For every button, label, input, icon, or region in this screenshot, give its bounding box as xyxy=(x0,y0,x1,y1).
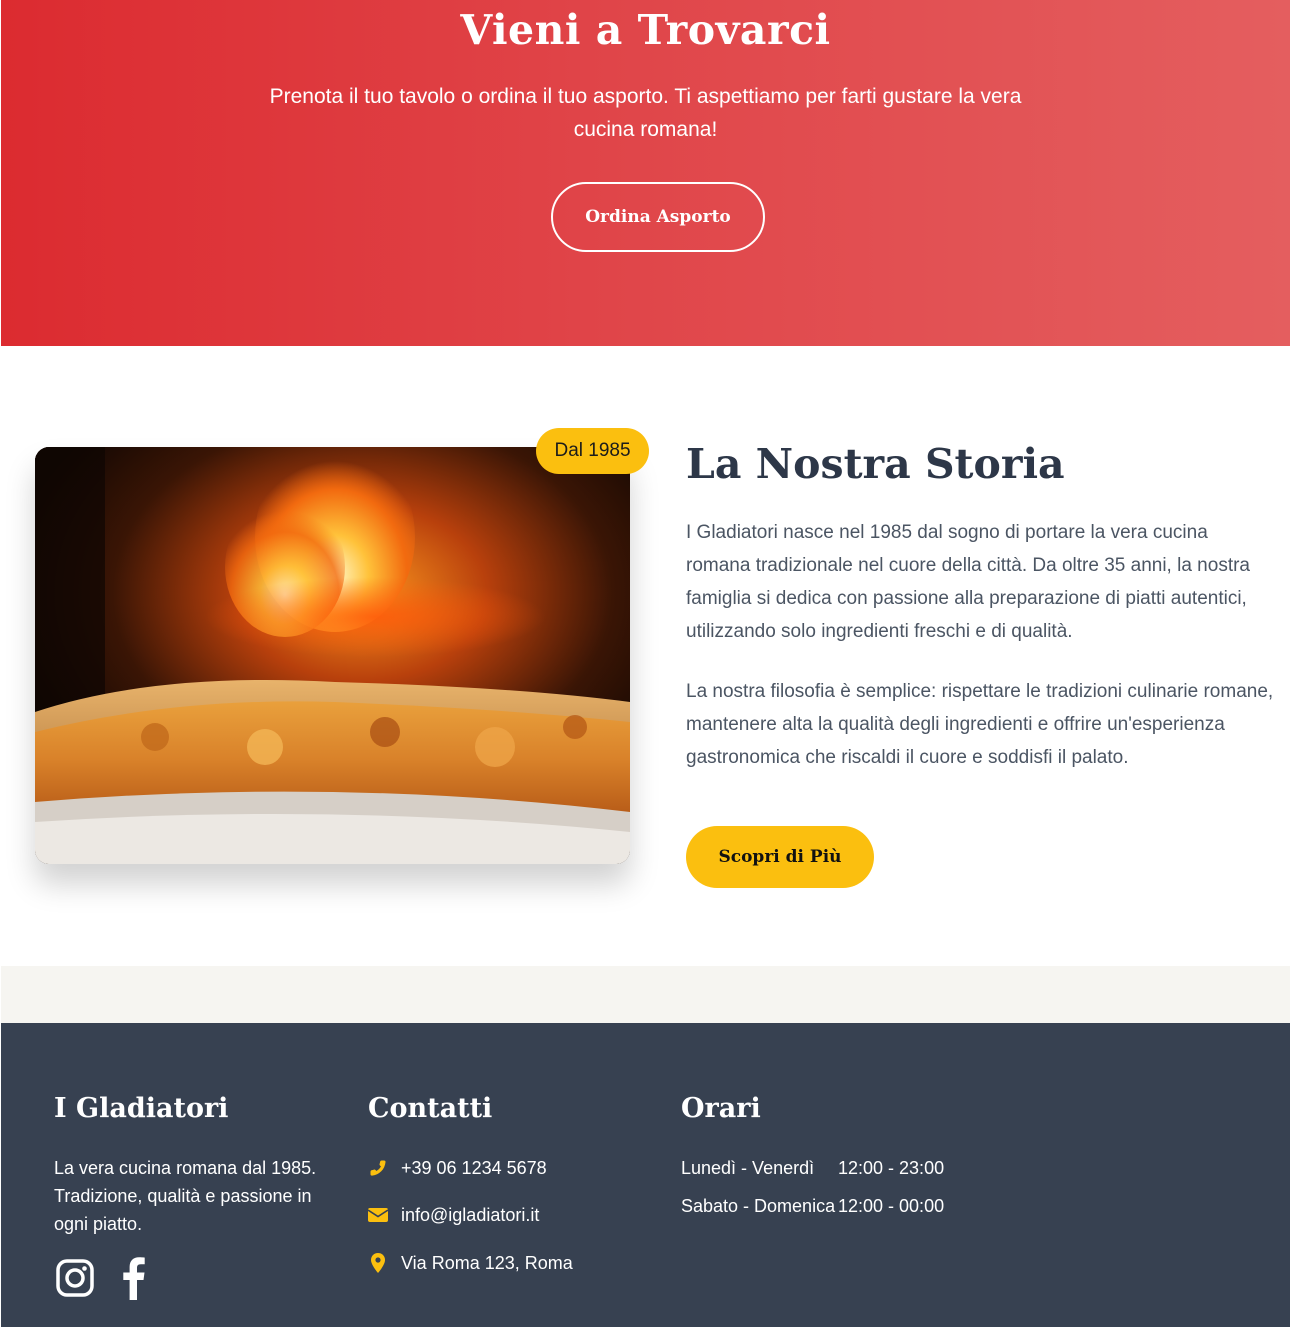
contact-email-text: info@igladiatori.it xyxy=(401,1204,540,1225)
section-divider xyxy=(1,966,1290,1023)
contact-email[interactable]: info@igladiatori.it xyxy=(368,1201,539,1229)
hero-subtitle: Prenota il tuo tavolo o ordina il tuo as… xyxy=(269,85,1022,141)
instagram-icon[interactable] xyxy=(55,1256,95,1300)
since-badge: Dal 1985 xyxy=(536,428,649,474)
story-section: Dal 1985 La Nostra Storia I Gladiatori n… xyxy=(0,346,1290,966)
contact-address[interactable]: Via Roma 123, Roma xyxy=(368,1249,573,1277)
hours-day: Sabato - Domenica xyxy=(681,1196,836,1216)
cta-hero-section: Vieni a Trovarci Prenota il tuo tavolo o… xyxy=(1,0,1290,346)
footer-hours-title: Orari xyxy=(681,1093,761,1124)
map-pin-icon xyxy=(368,1253,388,1273)
order-takeaway-button[interactable]: Ordina Asporto xyxy=(551,182,765,252)
footer-brand-title: I Gladiatori xyxy=(54,1093,229,1124)
pizza-oven-photo xyxy=(35,447,630,864)
discover-more-button[interactable]: Scopri di Più xyxy=(686,826,874,888)
story-paragraph-2: La nostra filosofia è semplice: rispetta… xyxy=(686,681,1274,768)
contact-phone[interactable]: +39 06 1234 5678 xyxy=(368,1154,547,1182)
footer-contacts-title: Contatti xyxy=(368,1093,493,1124)
story-paragraph-1: I Gladiatori nasce nel 1985 dal sogno di… xyxy=(686,522,1250,642)
facebook-icon[interactable] xyxy=(115,1256,155,1300)
hours-time: 12:00 - 00:00 xyxy=(838,1196,945,1216)
story-title: La Nostra Storia xyxy=(686,440,1065,488)
envelope-icon xyxy=(368,1205,388,1225)
hours-time: 12:00 - 23:00 xyxy=(838,1158,945,1178)
contact-address-text: Via Roma 123, Roma xyxy=(401,1252,573,1273)
hours-row: Lunedì - Venerdì 12:00 - 23:00 xyxy=(681,1154,944,1182)
hero-title: Vieni a Trovarci xyxy=(460,6,831,54)
phone-icon xyxy=(368,1158,388,1178)
hours-row: Sabato - Domenica 12:00 - 00:00 xyxy=(681,1192,944,1220)
contact-phone-text: +39 06 1234 5678 xyxy=(401,1157,547,1178)
footer-brand-description: La vera cucina romana dal 1985. Tradizio… xyxy=(54,1158,317,1234)
footer: I Gladiatori La vera cucina romana dal 1… xyxy=(1,1023,1290,1327)
hours-day: Lunedì - Venerdì xyxy=(681,1158,815,1178)
